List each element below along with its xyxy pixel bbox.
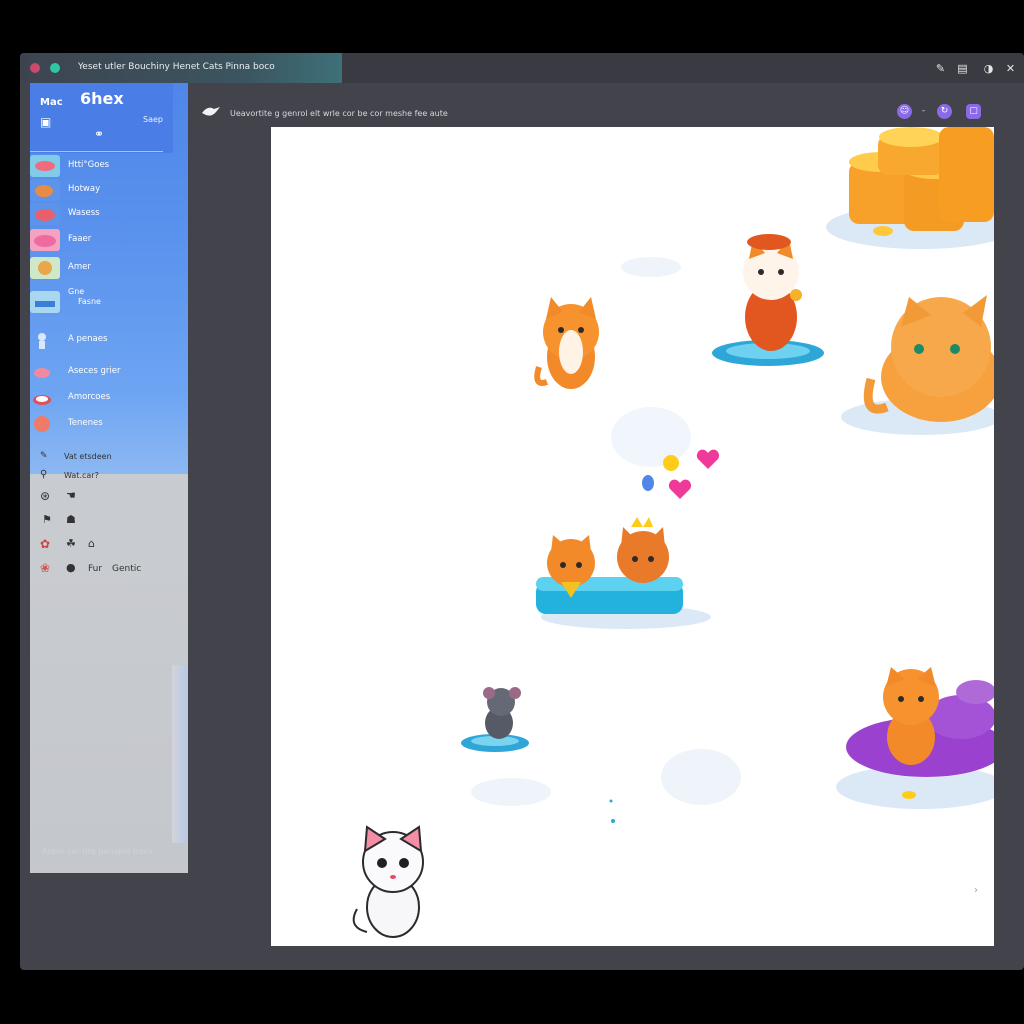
seed-icon: ●	[66, 561, 76, 574]
sidebar-item-label: Gne	[68, 287, 85, 296]
two-cats-on-cushion[interactable]	[536, 517, 711, 629]
globe-icon: ⊛	[40, 489, 51, 503]
shield-icon[interactable]: ◑	[982, 62, 995, 75]
sidebar-gray-item[interactable]: ❀ ● Fur Gentic	[30, 559, 173, 581]
flower-icon: ❀	[40, 561, 51, 575]
game-scene[interactable]	[271, 127, 994, 946]
orange-cat-on-purple-rocks[interactable]	[836, 667, 994, 809]
boat-thumb-icon	[30, 291, 60, 313]
bird-icon	[200, 103, 222, 119]
sidebar-gray-item[interactable]: ✎ Vat etsdeen	[30, 447, 173, 469]
sidebar-item[interactable]: Faaer	[30, 229, 173, 253]
brain-thumb-icon	[30, 413, 60, 435]
sidebar-footer: Aubio cor tite penople lnors	[42, 847, 153, 856]
heart-pink-small[interactable]	[668, 479, 692, 499]
link-icon[interactable]: ⚭	[94, 127, 104, 141]
title-bar: Yeset utler Bouchiny Henet Cats Pinna bo…	[20, 53, 1024, 83]
next-arrow-icon[interactable]: ›	[974, 885, 978, 896]
square-icon[interactable]: ▢	[966, 104, 981, 119]
sidebar-item-label: Faaer	[68, 234, 92, 244]
sidebar-gray-item[interactable]: ⊛ ☚	[30, 487, 173, 509]
gray-mouse-on-pad[interactable]	[461, 687, 529, 752]
gray-item-label: Fur	[88, 564, 103, 574]
balloon-yellow[interactable]	[663, 455, 679, 471]
app-icon	[50, 63, 60, 73]
sidebar-item[interactable]: A penaes	[30, 329, 173, 353]
game-canvas[interactable]: ›	[271, 127, 994, 946]
sidebar-item-label: Htti°Goes	[68, 160, 110, 170]
sidebar-item-label: Aseces grier	[68, 366, 121, 376]
heart-pink[interactable]	[696, 449, 720, 469]
minus-icon[interactable]: -	[916, 104, 931, 119]
pin-icon: ✎	[40, 451, 48, 461]
sidebar-item-label: Amorcoes	[68, 392, 111, 402]
brush-icon: ⚲	[40, 469, 48, 480]
edit-icon[interactable]: ✎	[934, 62, 947, 75]
refresh-icon[interactable]: ↻	[937, 104, 952, 119]
leaf-icon: ☘	[66, 537, 76, 550]
sidebar-gray-item[interactable]: ✿ ☘ ⌂	[30, 535, 173, 557]
shoe-thumb-icon	[30, 229, 60, 251]
sidebar-item[interactable]: Htti°Goes	[30, 155, 173, 179]
gray-item-label: Vat etsdeen	[64, 452, 112, 461]
sidebar-item[interactable]: Gne Fasne	[30, 287, 173, 315]
dog-thumb-icon	[30, 257, 60, 279]
smile-icon[interactable]: ☺	[897, 104, 912, 119]
balloon-blue[interactable]	[642, 475, 654, 491]
sidebar-item-label: A penaes	[68, 334, 108, 344]
sidebar-item[interactable]: Aseces grier	[30, 361, 173, 385]
gray-item-extra: Gentic	[112, 564, 142, 574]
sidebar-item-label: Wasess	[68, 208, 100, 218]
gray-item-label: Wat.car?	[64, 471, 99, 480]
grid-icon[interactable]: ▣	[40, 115, 51, 129]
sidebar-item-sublabel: Fasne	[78, 297, 101, 306]
sidebar-item[interactable]: Tenenes	[30, 413, 173, 437]
orange-cat-sitting[interactable]	[534, 297, 599, 389]
sidebar-item-label: Tenenes	[68, 418, 103, 428]
sidebar-item[interactable]: Wasess	[30, 203, 173, 227]
divider	[30, 151, 163, 152]
paw-icon: ☗	[66, 513, 76, 526]
split-icon[interactable]: ▤	[956, 62, 969, 75]
sidebar-header: Mac 6hex ▣ ⚭ Saep	[30, 83, 173, 153]
sidebar-gray-item[interactable]: ⚑ ☗	[30, 511, 173, 533]
big-orange-cat[interactable]	[841, 295, 994, 435]
white-kitten[interactable]	[352, 825, 424, 938]
window-title: Yeset utler Bouchiny Henet Cats Pinna bo…	[78, 62, 275, 72]
sidebar-item[interactable]: Amer	[30, 257, 173, 281]
sidebar-item-label: Amer	[68, 262, 91, 272]
sidebar-edge-lower	[172, 665, 188, 843]
bread-thumb-icon	[30, 179, 60, 201]
lock-icon: ⌂	[88, 537, 95, 550]
app-title: 6hex	[80, 89, 124, 108]
bug-icon: ✿	[40, 537, 51, 551]
crab-thumb-icon	[30, 203, 60, 225]
fish-thumb-icon	[30, 155, 60, 177]
sushi-thumb-icon	[30, 387, 60, 409]
sidebar-item[interactable]: Hotway	[30, 179, 173, 203]
hand-icon: ☚	[66, 489, 76, 502]
app-window: Yeset utler Bouchiny Henet Cats Pinna bo…	[20, 53, 1024, 970]
sidebar-gray-item[interactable]: ⚲ Wat.car?	[30, 467, 173, 489]
close-icon[interactable]: ✕	[1004, 62, 1017, 75]
brush-small-icon: ⚑	[42, 513, 52, 526]
shrimp-thumb-icon	[30, 361, 60, 383]
cat-with-hat-on-pad[interactable]	[712, 234, 824, 366]
figure-thumb-icon	[30, 329, 60, 351]
sidebar-item[interactable]: Amorcoes	[30, 387, 173, 411]
gold-coin-stack[interactable]	[826, 127, 994, 249]
close-dot-icon[interactable]	[30, 63, 40, 73]
breadcrumb: Ueavortite g genrol elt wrle cor be cor …	[230, 109, 448, 118]
app-subtitle: Saep	[143, 115, 163, 124]
app-name: Mac	[40, 97, 63, 108]
active-tab[interactable]: Yeset utler Bouchiny Henet Cats Pinna bo…	[20, 53, 342, 83]
sidebar-item-label: Hotway	[68, 184, 101, 194]
